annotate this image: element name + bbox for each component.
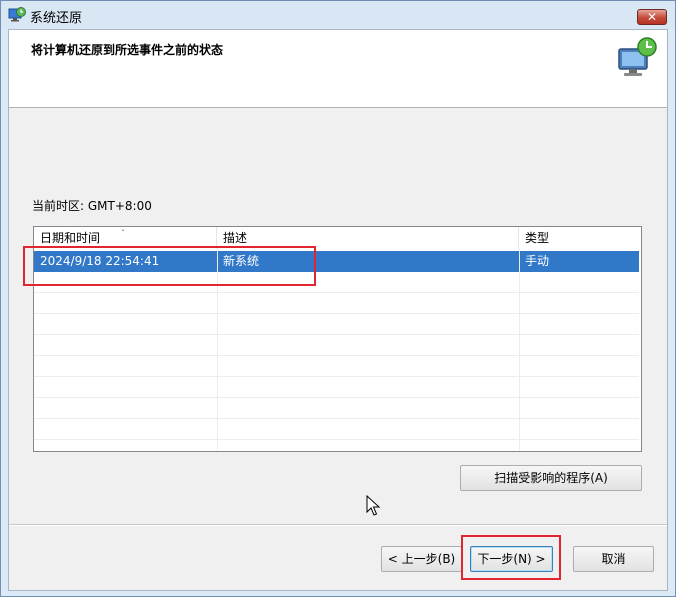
cell-type: 手动: [525, 254, 550, 268]
empty-row: [34, 356, 639, 377]
cancel-button[interactable]: 取消: [573, 546, 654, 572]
system-restore-monitor-icon: [618, 37, 657, 76]
instruction-heading: 将计算机还原到所选事件之前的状态: [31, 43, 224, 57]
back-button[interactable]: < 上一步(B): [381, 546, 462, 572]
system-restore-window: 系统还原 ✕ 将计算机还原到所选事件之前的状态 当前时区: GMT+8:00 日…: [0, 0, 676, 597]
close-button[interactable]: ✕: [637, 9, 667, 25]
empty-row: [34, 419, 639, 440]
empty-row: [34, 314, 639, 335]
empty-row: [34, 335, 639, 356]
timezone-label: 当前时区: GMT+8:00: [32, 199, 152, 213]
title-bar[interactable]: 系统还原 ✕: [1, 1, 675, 29]
footer-divider: [9, 524, 667, 526]
wizard-client-area: 将计算机还原到所选事件之前的状态 当前时区: GMT+8:00 日期和时间 ˇ …: [8, 29, 668, 591]
empty-row: [34, 398, 639, 419]
empty-row: [34, 377, 639, 398]
empty-row: [34, 293, 639, 314]
window-title: 系统还原: [30, 11, 83, 26]
system-restore-icon: [8, 7, 26, 22]
sort-indicator-icon: ˇ: [121, 229, 125, 238]
highlight-box-next-button: [461, 535, 561, 580]
scan-affected-programs-button[interactable]: 扫描受影响的程序(A): [460, 465, 642, 491]
close-icon: ✕: [646, 10, 658, 24]
wizard-header: 将计算机还原到所选事件之前的状态: [9, 30, 667, 108]
highlight-box-selected-row: [23, 246, 316, 286]
mouse-pointer-icon: [366, 495, 381, 516]
column-header-type[interactable]: 类型: [519, 227, 639, 249]
column-divider: [519, 249, 520, 451]
